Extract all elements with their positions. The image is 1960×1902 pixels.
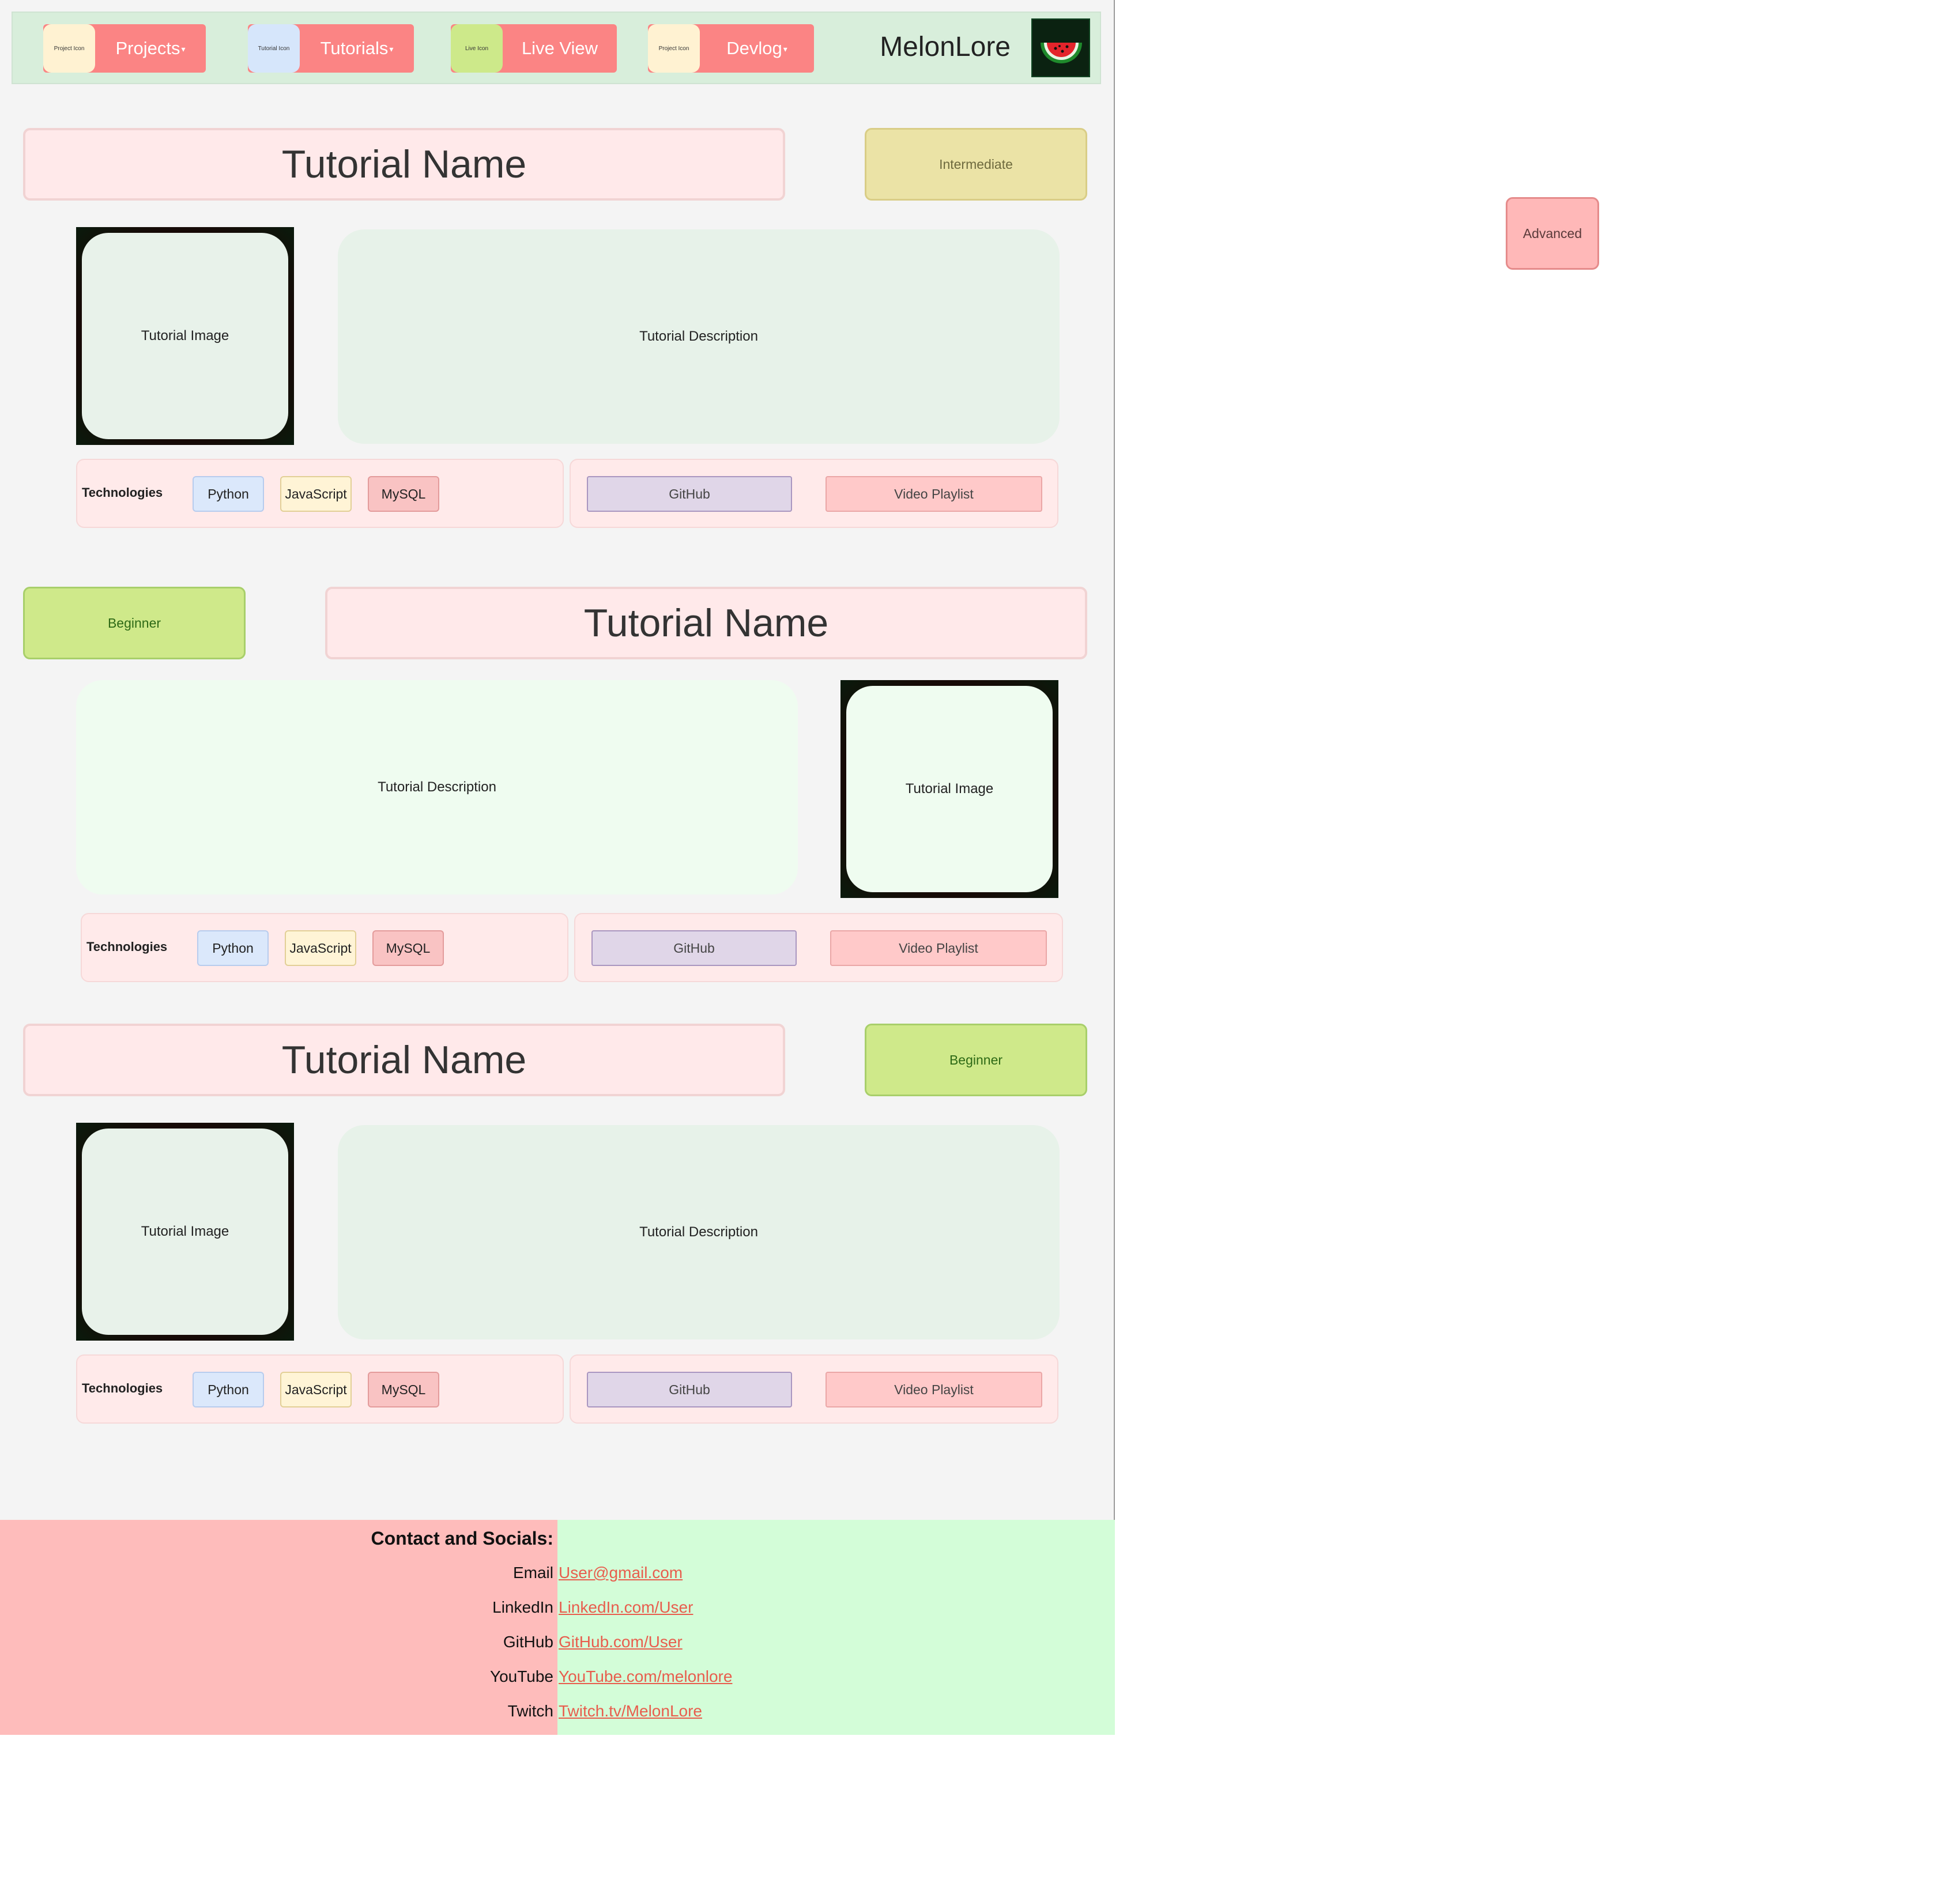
- contact-twitch-link[interactable]: Twitch.tv/MelonLore: [559, 1702, 702, 1720]
- tutorial-2-video-playlist-button[interactable]: Video Playlist: [830, 930, 1047, 966]
- tutorial-1-video-playlist-button[interactable]: Video Playlist: [826, 476, 1042, 512]
- tech-mysql-chip: MySQL: [368, 476, 439, 512]
- tutorial-2-level-badge: Beginner: [23, 587, 246, 659]
- tutorial-2-links-panel: GitHub Video Playlist: [574, 913, 1063, 982]
- tutorial-2-title: Tutorial Name: [325, 587, 1087, 659]
- tutorial-1-links-panel: GitHub Video Playlist: [570, 459, 1058, 528]
- tutorial-3-image: Tutorial Image: [76, 1123, 294, 1341]
- top-navigation-bar: Project Icon Projects ▾ Tutorial Icon Tut…: [12, 12, 1101, 84]
- advanced-level-badge: Advanced: [1506, 197, 1599, 270]
- tech-python-chip: Python: [193, 1372, 264, 1407]
- footer-title: Contact and Socials:: [371, 1528, 554, 1549]
- tech-mysql-chip: MySQL: [372, 930, 444, 966]
- tutorial-3-links-panel: GitHub Video Playlist: [570, 1354, 1058, 1424]
- tutorial-1-level-badge: Intermediate: [865, 128, 1087, 201]
- tutorial-3-image-label: Tutorial Image: [82, 1129, 288, 1335]
- tutorial-3-video-playlist-button[interactable]: Video Playlist: [826, 1372, 1042, 1407]
- tech-python-chip: Python: [197, 930, 269, 966]
- contact-linkedin-label: LinkedIn: [492, 1598, 553, 1616]
- tech-python-chip: Python: [193, 476, 264, 512]
- tutorial-3-github-button[interactable]: GitHub: [587, 1372, 792, 1407]
- nav-devlog-label: Devlog ▾: [726, 38, 787, 58]
- contact-email-link[interactable]: User@gmail.com: [559, 1564, 683, 1582]
- tech-javascript-chip: JavaScript: [280, 1372, 352, 1407]
- live-icon: Live Icon: [451, 24, 503, 73]
- project-icon: Project Icon: [648, 24, 700, 73]
- page: Project Icon Projects ▾ Tutorial Icon Tut…: [0, 0, 1115, 1735]
- brand-name[interactable]: MelonLore: [880, 31, 1011, 63]
- tech-javascript-chip: JavaScript: [285, 930, 356, 966]
- tutorial-2-image: Tutorial Image: [840, 680, 1058, 898]
- nav-projects-button[interactable]: Project Icon Projects ▾: [43, 24, 206, 73]
- tech-javascript-chip: JavaScript: [280, 476, 352, 512]
- nav-live-view-button[interactable]: Live Icon Live View: [451, 24, 617, 73]
- footer-contact-links: User@gmail.com LinkedIn.com/User GitHub.…: [557, 1520, 1115, 1735]
- tutorial-1-github-button[interactable]: GitHub: [587, 476, 792, 512]
- nav-tutorials-button[interactable]: Tutorial Icon Tutorials ▾: [248, 24, 414, 73]
- contact-twitch-label: Twitch: [507, 1702, 553, 1720]
- technologies-label: Technologies: [82, 1381, 163, 1395]
- tutorial-1-description: Tutorial Description: [338, 229, 1060, 444]
- nav-projects-label: Projects ▾: [115, 38, 186, 58]
- tutorial-3-description: Tutorial Description: [338, 1125, 1060, 1339]
- tutorial-1-image: Tutorial Image: [76, 227, 294, 445]
- tutorial-2-image-label: Tutorial Image: [846, 686, 1053, 892]
- tutorial-3-title: Tutorial Name: [23, 1024, 785, 1096]
- melon-logo-icon[interactable]: [1031, 18, 1090, 77]
- chevron-down-icon: ▾: [181, 44, 186, 54]
- tutorial-3-technologies-panel: Technologies Python JavaScript MySQL: [76, 1354, 564, 1424]
- tutorial-2-github-button[interactable]: GitHub: [591, 930, 797, 966]
- nav-tutorials-label: Tutorials ▾: [320, 38, 394, 58]
- tutorial-1-title: Tutorial Name: [23, 128, 785, 201]
- contact-youtube-label: YouTube: [489, 1667, 553, 1685]
- nav-devlog-button[interactable]: Project Icon Devlog ▾: [648, 24, 814, 73]
- project-icon: Project Icon: [43, 24, 95, 73]
- technologies-label: Technologies: [86, 939, 168, 954]
- chevron-down-icon: ▾: [783, 44, 787, 54]
- footer-contact-labels: Contact and Socials: Email LinkedIn GitH…: [0, 1520, 557, 1735]
- tutorial-icon: Tutorial Icon: [248, 24, 300, 73]
- tutorial-2-description: Tutorial Description: [76, 680, 798, 895]
- chevron-down-icon: ▾: [389, 44, 394, 54]
- tutorial-1-technologies-panel: Technologies Python JavaScript MySQL: [76, 459, 564, 528]
- tutorial-1-image-label: Tutorial Image: [82, 233, 288, 439]
- tutorial-2-technologies-panel: Technologies Python JavaScript MySQL: [81, 913, 568, 982]
- nav-live-view-label: Live View: [521, 38, 598, 58]
- tech-mysql-chip: MySQL: [368, 1372, 439, 1407]
- technologies-label: Technologies: [82, 485, 163, 500]
- contact-email-label: Email: [512, 1564, 553, 1582]
- contact-linkedin-link[interactable]: LinkedIn.com/User: [559, 1598, 693, 1617]
- contact-github-label: GitHub: [503, 1633, 553, 1651]
- tutorial-3-level-badge: Beginner: [865, 1024, 1087, 1096]
- contact-youtube-link[interactable]: YouTube.com/melonlore: [559, 1667, 732, 1686]
- contact-github-link[interactable]: GitHub.com/User: [559, 1633, 683, 1651]
